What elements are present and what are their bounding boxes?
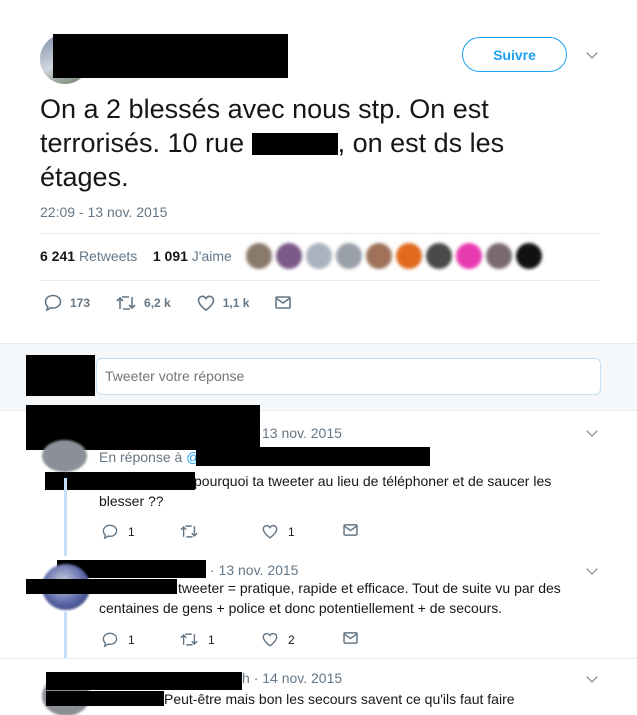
heart-icon bbox=[197, 294, 215, 311]
liker-avatar[interactable] bbox=[336, 243, 362, 269]
heart-icon bbox=[262, 524, 278, 539]
reply3-date[interactable]: h · 14 nov. 2015 bbox=[242, 670, 342, 686]
reply2-text-line2: centaines de gens + police et donc poten… bbox=[99, 600, 503, 616]
redacted-street-name bbox=[251, 133, 338, 155]
envelope-icon bbox=[275, 296, 292, 309]
retweet-action[interactable]: 6,2 k bbox=[116, 295, 171, 311]
retweet-icon bbox=[180, 633, 198, 646]
thread-connector bbox=[64, 478, 67, 556]
redacted-user-avatar bbox=[26, 355, 95, 396]
liker-avatar[interactable] bbox=[516, 243, 542, 269]
divider bbox=[0, 658, 637, 659]
reply3-text-line1: Peut-être mais bon les secours savent ce… bbox=[164, 691, 515, 707]
reply-action[interactable]: 173 bbox=[44, 294, 90, 311]
divider bbox=[40, 280, 600, 281]
thread-connector bbox=[64, 612, 67, 658]
reply2-menu-chevron-icon[interactable] bbox=[586, 563, 598, 575]
reply2-like-action[interactable]: 2 bbox=[262, 632, 295, 647]
follow-button[interactable]: Suivre bbox=[462, 37, 567, 72]
envelope-icon bbox=[343, 524, 358, 536]
reply1-text-line2: blesser ?? bbox=[99, 493, 164, 509]
redacted-reply3-author bbox=[46, 672, 242, 690]
like-action[interactable]: 1,1 k bbox=[197, 294, 249, 311]
redacted-reply2-mention bbox=[26, 579, 177, 594]
reply1-dm-action[interactable] bbox=[343, 524, 368, 536]
reply-icon bbox=[44, 294, 62, 311]
tweet-text: On a 2 blessés avec nous stp. On est ter… bbox=[40, 92, 600, 194]
tweet-actions: 173 6,2 k 1,1 k bbox=[44, 294, 325, 311]
retweet-stat[interactable]: 6 241 Retweets bbox=[40, 248, 137, 264]
heart-icon bbox=[262, 632, 278, 647]
tweet-timestamp[interactable]: 22:09 - 13 nov. 2015 bbox=[40, 204, 167, 220]
redacted-reply3-mention bbox=[46, 691, 164, 706]
liker-avatar[interactable] bbox=[426, 243, 452, 269]
reply1-date[interactable]: 13 nov. 2015 bbox=[262, 425, 342, 441]
reply2-dm-action[interactable] bbox=[343, 632, 368, 644]
reply2-text-line1: tweeter = pratique, rapide et efficace. … bbox=[178, 580, 561, 596]
liker-avatar[interactable] bbox=[276, 243, 302, 269]
reply1-retweet-action[interactable] bbox=[180, 524, 208, 539]
reply2-retweet-action[interactable]: 1 bbox=[180, 632, 215, 647]
liker-avatars[interactable] bbox=[246, 243, 546, 269]
liker-avatar[interactable] bbox=[306, 243, 332, 269]
reply-icon bbox=[102, 632, 118, 647]
tweet-stats: 6 241 Retweets 1 091 J'aime bbox=[40, 248, 232, 264]
reply1-in-reply-to: En réponse à @ bbox=[99, 449, 201, 465]
reply1-reply-action[interactable]: 1 bbox=[102, 524, 135, 539]
reply1-text-line1: pourquoi ta tweeter au lieu de téléphone… bbox=[194, 473, 552, 489]
retweet-icon bbox=[180, 525, 198, 538]
reply-icon bbox=[102, 524, 118, 539]
like-stat[interactable]: 1 091 J'aime bbox=[153, 248, 232, 264]
reply2-date[interactable]: · 13 nov. 2015 bbox=[210, 562, 298, 578]
reply2-reply-action[interactable]: 1 bbox=[102, 632, 135, 647]
liker-avatar[interactable] bbox=[486, 243, 512, 269]
redacted-author-name bbox=[53, 34, 288, 78]
dm-action[interactable] bbox=[275, 296, 299, 309]
redacted-reply1-handle bbox=[196, 447, 430, 466]
tweet-menu-chevron-icon[interactable] bbox=[586, 47, 598, 59]
liker-avatar[interactable] bbox=[366, 243, 392, 269]
liker-avatar[interactable] bbox=[396, 243, 422, 269]
liker-avatar[interactable] bbox=[246, 243, 272, 269]
envelope-icon bbox=[343, 632, 358, 644]
liker-avatar[interactable] bbox=[456, 243, 482, 269]
reply1-menu-chevron-icon[interactable] bbox=[586, 425, 598, 437]
reply3-menu-chevron-icon[interactable] bbox=[586, 671, 598, 683]
reply1-avatar[interactable] bbox=[42, 440, 87, 472]
retweet-icon bbox=[116, 295, 136, 310]
divider bbox=[40, 233, 600, 234]
redacted-reply1-mention bbox=[45, 472, 195, 490]
reply-input[interactable] bbox=[96, 358, 601, 395]
reply1-like-action[interactable]: 1 bbox=[262, 524, 295, 539]
